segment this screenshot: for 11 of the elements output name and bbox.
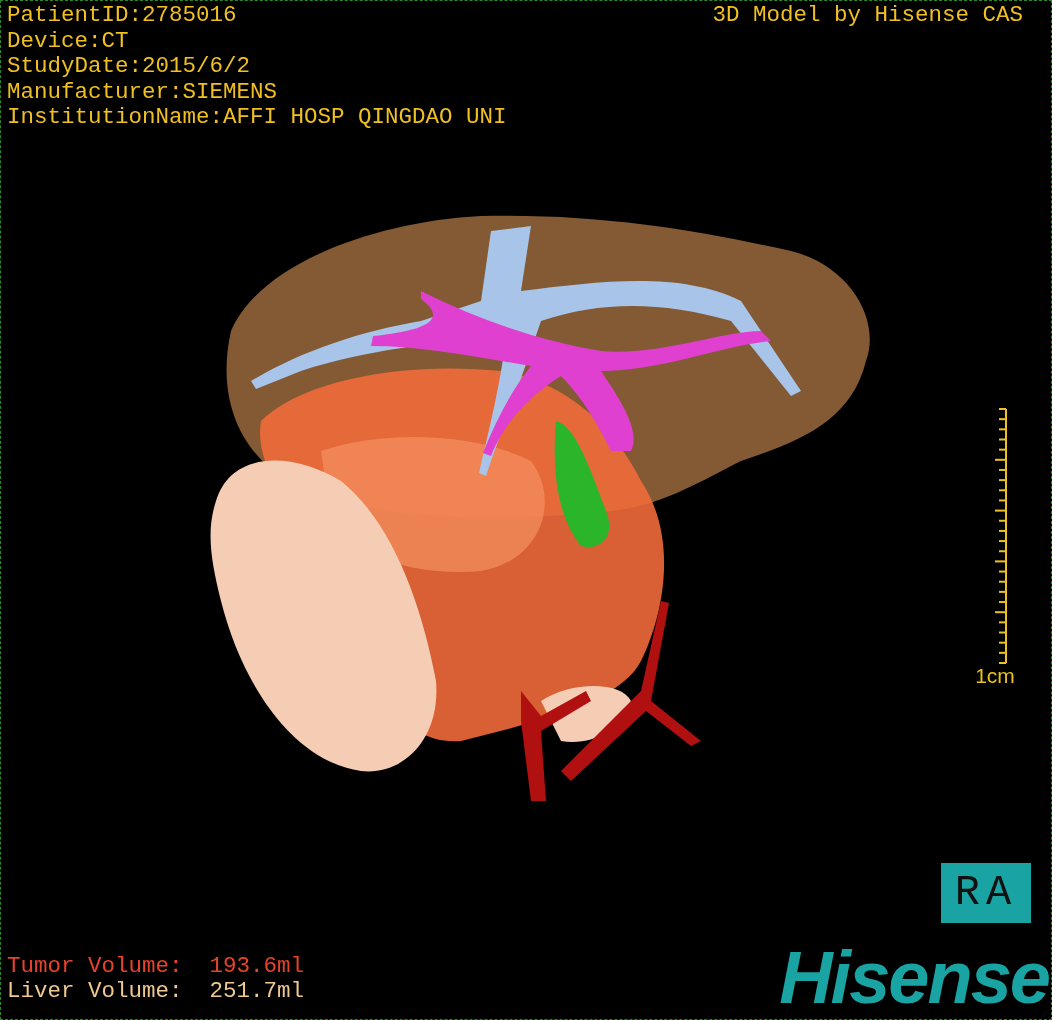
orientation-badge: RA bbox=[941, 863, 1031, 923]
scale-label: 1cm bbox=[975, 664, 1015, 688]
study-info-text: Manufacturer:SIEMENS bbox=[7, 79, 279, 105]
study-info-text: PatientID:2785016 bbox=[7, 3, 238, 29]
model-credit-text: 3D Model by Hisense CAS bbox=[712, 3, 1023, 29]
volume-text: Tumor Volume: 193.6ml bbox=[7, 954, 305, 979]
study-info-text: Device:CT bbox=[7, 28, 130, 54]
brand-logo: Hisense bbox=[779, 938, 1049, 1018]
study-info-text: InstitutionName:AFFI HOSP QINGDAO UNI bbox=[7, 105, 507, 131]
study-info-text: StudyDate:2015/6/2 bbox=[7, 54, 252, 80]
volume-text: Liver Volume: 251.7ml bbox=[7, 979, 305, 1004]
